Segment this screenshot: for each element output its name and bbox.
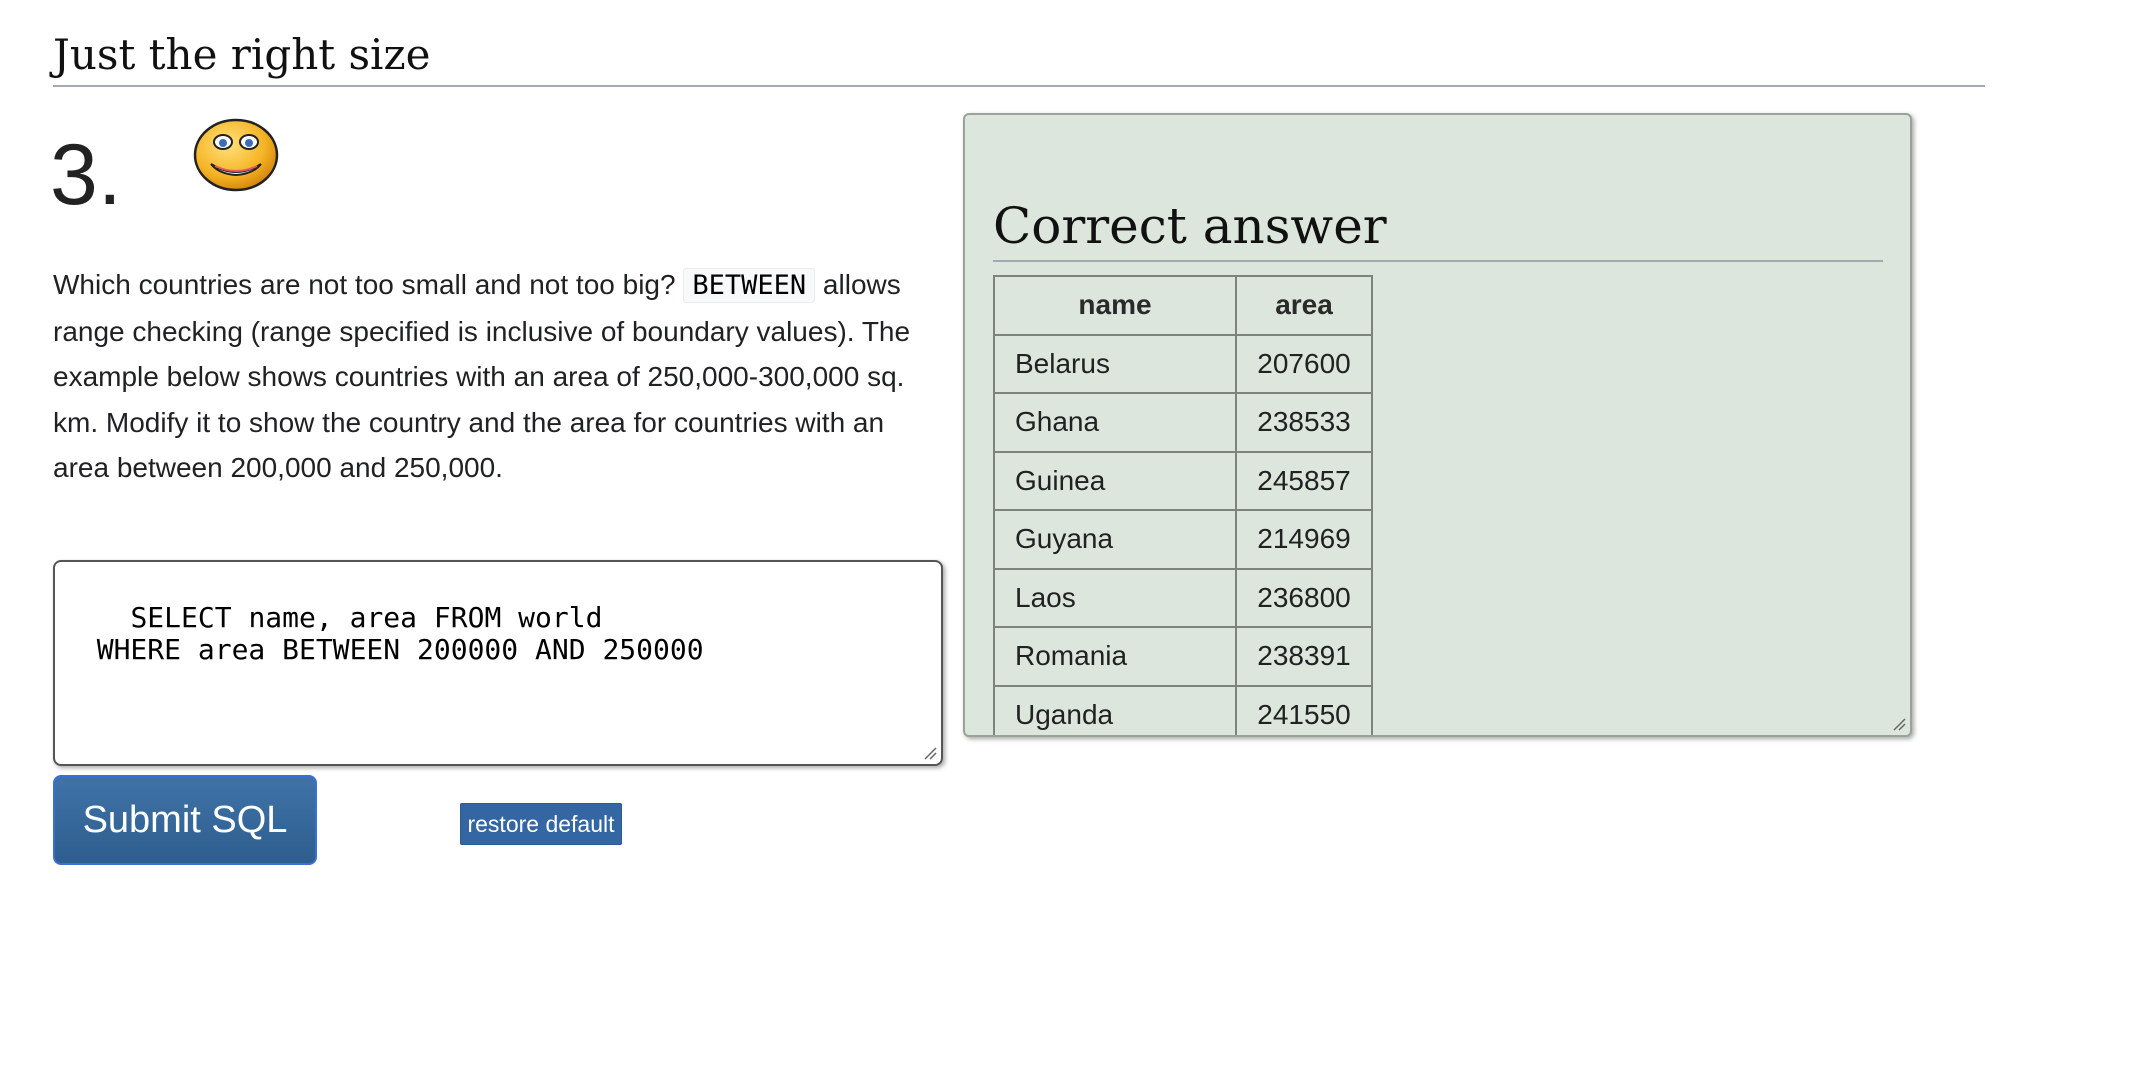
submit-sql-button[interactable]: Submit SQL [53,775,317,865]
name-cell: Guyana [993,509,1237,570]
table-row: Uganda 241550 [993,684,1373,735]
name-cell: Romania [993,626,1237,687]
table-row: Romania 238391 [993,626,1373,687]
answer-table: name area Belarus 207600 Ghana 238533 Gu… [993,275,1373,735]
name-cell: Guinea [993,450,1237,511]
sql-editor[interactable]: SELECT name, area FROM world WHERE area … [53,560,943,766]
name-cell: Uganda [993,684,1237,735]
page: Just the right size 3. Which countries a… [0,0,2142,1088]
area-cell: 207600 [1235,333,1373,394]
table-row: Laos 236800 [993,567,1373,628]
table-row: Guyana 214969 [993,509,1373,570]
section-title: Just the right size [53,30,431,79]
table-row: Belarus 207600 [993,333,1373,394]
smiley-face-icon [193,118,279,192]
area-cell: 214969 [1235,509,1373,570]
answer-divider [993,260,1883,262]
area-cell: 236800 [1235,567,1373,628]
question-number: 3. [50,127,122,223]
table-row: Guinea 245857 [993,450,1373,511]
correct-answer-panel: Correct answer name area Belarus 207600 … [963,113,1912,737]
name-cell: Belarus [993,333,1237,394]
title-divider [53,85,1985,87]
question-text-before: Which countries are not too small and no… [53,269,684,300]
table-header-row: name area [993,275,1373,336]
area-cell: 245857 [1235,450,1373,511]
question-text: Which countries are not too small and no… [53,262,933,491]
area-cell: 238391 [1235,626,1373,687]
area-cell: 241550 [1235,684,1373,735]
name-cell: Laos [993,567,1237,628]
panel-resize-handle-icon[interactable] [1890,715,1906,731]
keyword-between: BETWEEN [683,268,816,303]
column-header-area: area [1235,275,1373,336]
answer-title: Correct answer [993,197,1387,255]
sql-editor-content: SELECT name, area FROM world WHERE area … [96,601,704,666]
area-cell: 238533 [1235,392,1373,453]
resize-handle-icon[interactable] [921,744,937,760]
name-cell: Ghana [993,392,1237,453]
restore-default-button[interactable]: restore default [460,803,622,845]
table-row: Ghana 238533 [993,392,1373,453]
column-header-name: name [993,275,1237,336]
